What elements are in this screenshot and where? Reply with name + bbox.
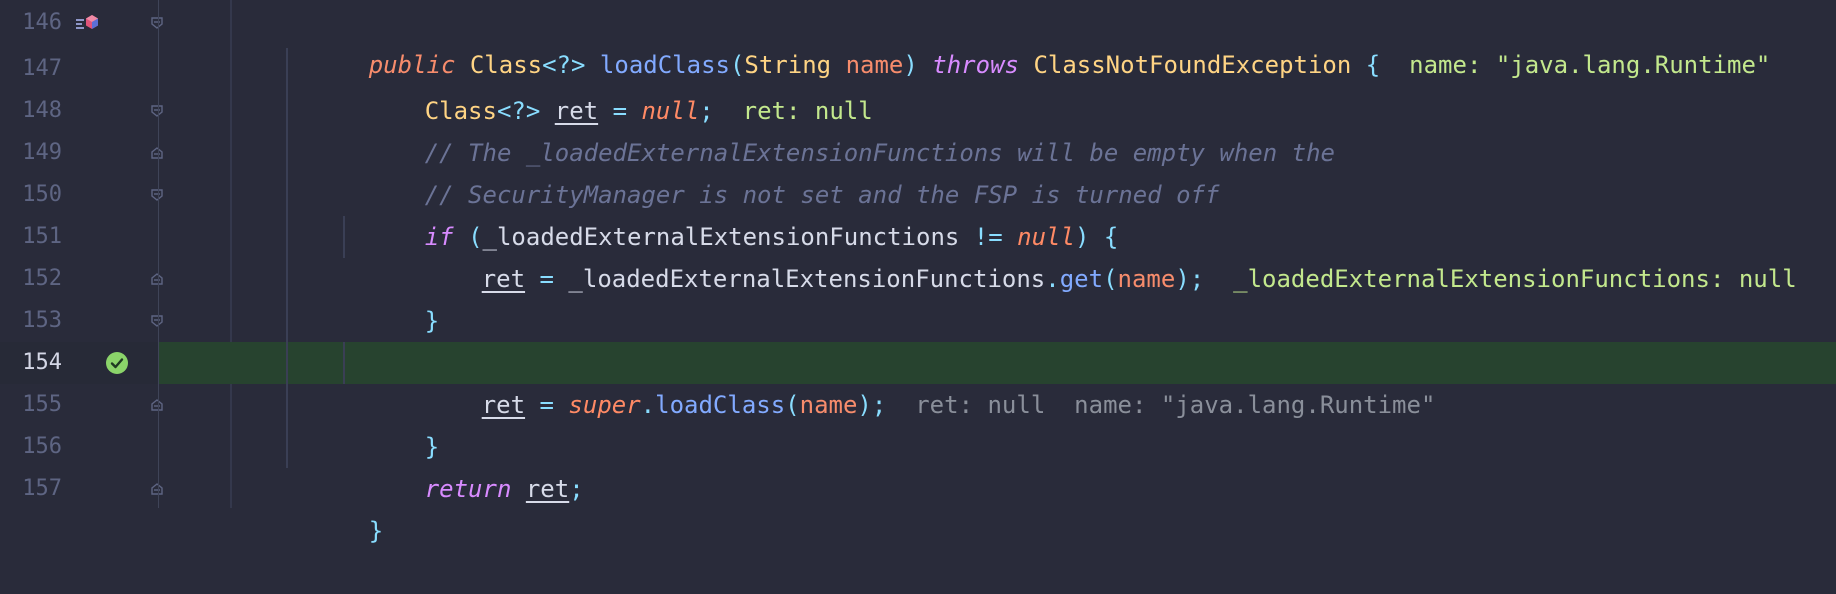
- code-line-151[interactable]: 151 ret = _loadedExternalExtensionFuncti…: [0, 216, 1836, 293]
- line-number: 148: [22, 98, 62, 123]
- fold-close-icon[interactable]: [151, 273, 163, 285]
- indent-guide: [286, 216, 288, 258]
- line-number: 155: [22, 392, 62, 417]
- line-number: 149: [22, 140, 62, 165]
- line-number: 151: [22, 224, 62, 249]
- line-number: 154: [22, 350, 62, 375]
- indent-guide: [286, 258, 288, 300]
- code-editor[interactable]: 146 public Class<?> loadClass(String nam…: [0, 0, 1836, 545]
- fold-open-icon[interactable]: [151, 189, 163, 201]
- indent-guide: [343, 342, 345, 384]
- line-number: 146: [22, 10, 62, 35]
- line-number: 147: [22, 56, 62, 81]
- fold-close-icon[interactable]: [151, 399, 163, 411]
- code-line-153[interactable]: 153 if (ret == null) {: [0, 300, 1836, 377]
- fold-open-icon[interactable]: [151, 105, 163, 117]
- code-line-155[interactable]: 155 }: [0, 384, 1836, 461]
- gutter: 157: [0, 468, 158, 510]
- indent-guide: [286, 48, 288, 90]
- indent-guide: [286, 174, 288, 216]
- indent-guide: [286, 132, 288, 174]
- code-text: }: [282, 468, 383, 594]
- gutter: 146: [0, 2, 158, 44]
- code-line-150[interactable]: 150 if (_loadedExternalExtensionFunction…: [0, 174, 1836, 251]
- fold-open-icon[interactable]: [151, 315, 163, 327]
- gutter: 151: [0, 216, 158, 258]
- code-line-148[interactable]: 148 // The _loadedExternalExtensionFunct…: [0, 90, 1836, 167]
- code-line-156[interactable]: 156 return ret;: [0, 426, 1836, 503]
- line-number: 152: [22, 266, 62, 291]
- indent-guide: [286, 342, 288, 384]
- implementation-marker-icon[interactable]: [76, 12, 100, 36]
- gutter: 148: [0, 90, 158, 132]
- indent-guide: [286, 426, 288, 468]
- fold-guide-line: [158, 0, 159, 508]
- indent-guide: [286, 300, 288, 342]
- code-line-147[interactable]: 147 Class<?> ret = null; ret: null: [0, 48, 1836, 125]
- line-number: 150: [22, 182, 62, 207]
- gutter: 149: [0, 132, 158, 174]
- indent-guide: [286, 384, 288, 426]
- gutter: 153: [0, 300, 158, 342]
- code-line-146[interactable]: 146 public Class<?> loadClass(String nam…: [0, 2, 1836, 79]
- gutter: 147: [0, 48, 158, 90]
- code-line-149[interactable]: 149 // SecurityManager is not set and th…: [0, 132, 1836, 209]
- gutter: 152: [0, 258, 158, 300]
- gutter: 150: [0, 174, 158, 216]
- line-number: 156: [22, 434, 62, 459]
- breakpoint-check-icon[interactable]: [106, 352, 128, 374]
- fold-close-icon[interactable]: [151, 147, 163, 159]
- code-line-157[interactable]: 157 }: [0, 468, 1836, 545]
- line-number: 153: [22, 308, 62, 333]
- gutter: 154: [0, 342, 158, 384]
- indent-guide: [286, 90, 288, 132]
- fold-close-icon[interactable]: [151, 483, 163, 495]
- brace: }: [368, 517, 384, 545]
- fold-open-icon[interactable]: [151, 17, 163, 29]
- indent-guide: [343, 216, 345, 258]
- code-line-154-current[interactable]: 154 ret = super.loadClass(name); ret: nu…: [0, 342, 1836, 419]
- gutter: 156: [0, 426, 158, 468]
- code-line-152[interactable]: 152 }: [0, 258, 1836, 335]
- gutter: 155: [0, 384, 158, 426]
- line-number: 157: [22, 476, 62, 501]
